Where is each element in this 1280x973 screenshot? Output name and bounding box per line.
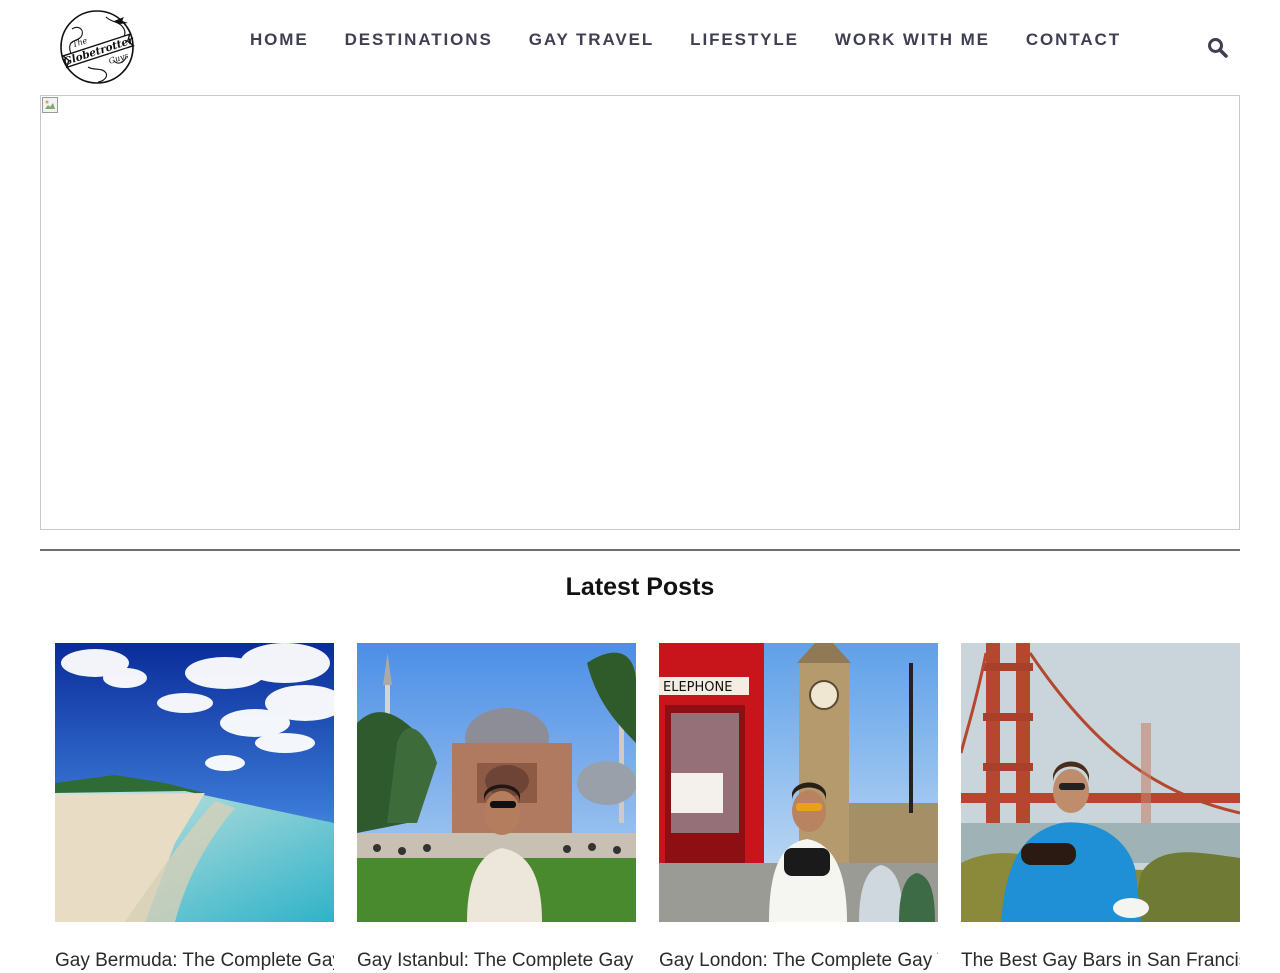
post-card[interactable]: Gay Bermuda: The Complete Gay Travel Gui…	[55, 643, 334, 973]
nav-gay-travel[interactable]: GAY TRAVEL	[529, 30, 654, 50]
istanbul-mosque-photo[interactable]	[357, 643, 636, 922]
broken-image-icon	[42, 97, 58, 113]
site-logo[interactable]: Globetrotter The Guys	[58, 9, 136, 85]
latest-posts-heading: Latest Posts	[565, 573, 715, 601]
globe-logo-icon: Globetrotter The Guys	[60, 10, 136, 84]
search-button[interactable]	[1206, 36, 1230, 60]
post-title[interactable]: Gay London: The Complete Gay Travel Guid…	[659, 949, 938, 973]
nav-lifestyle[interactable]: LIFESTYLE	[690, 30, 799, 50]
search-icon	[1208, 38, 1228, 58]
nav-contact[interactable]: CONTACT	[1026, 30, 1121, 50]
nav-work-with-me[interactable]: WORK WITH ME	[835, 30, 990, 50]
nav-home[interactable]: HOME	[250, 30, 309, 50]
main-nav: HOME DESTINATIONS GAY TRAVEL LIFESTYLE W…	[232, 30, 1121, 50]
post-card[interactable]: ELEPHONE Gay London: The Complete Gay Tr…	[659, 643, 938, 973]
post-title[interactable]: The Best Gay Bars in San Francisco	[961, 949, 1240, 973]
section-divider	[40, 549, 1240, 551]
hero-banner[interactable]	[40, 95, 1240, 530]
london-phonebox-photo[interactable]: ELEPHONE	[659, 643, 938, 922]
post-card[interactable]: The Best Gay Bars in San Francisco	[961, 643, 1240, 973]
nav-destinations[interactable]: DESTINATIONS	[345, 30, 493, 50]
post-card[interactable]: Gay Istanbul: The Complete Gay Travel Gu…	[357, 643, 636, 973]
beach-photo[interactable]	[55, 643, 334, 922]
golden-gate-photo[interactable]	[961, 643, 1240, 922]
post-title[interactable]: Gay Bermuda: The Complete Gay Travel Gui…	[55, 949, 334, 973]
post-title[interactable]: Gay Istanbul: The Complete Gay Travel Gu…	[357, 949, 636, 973]
site-header: Globetrotter The Guys HOME DESTINATIONS …	[0, 0, 1280, 95]
svg-text:ELEPHONE: ELEPHONE	[663, 680, 732, 695]
